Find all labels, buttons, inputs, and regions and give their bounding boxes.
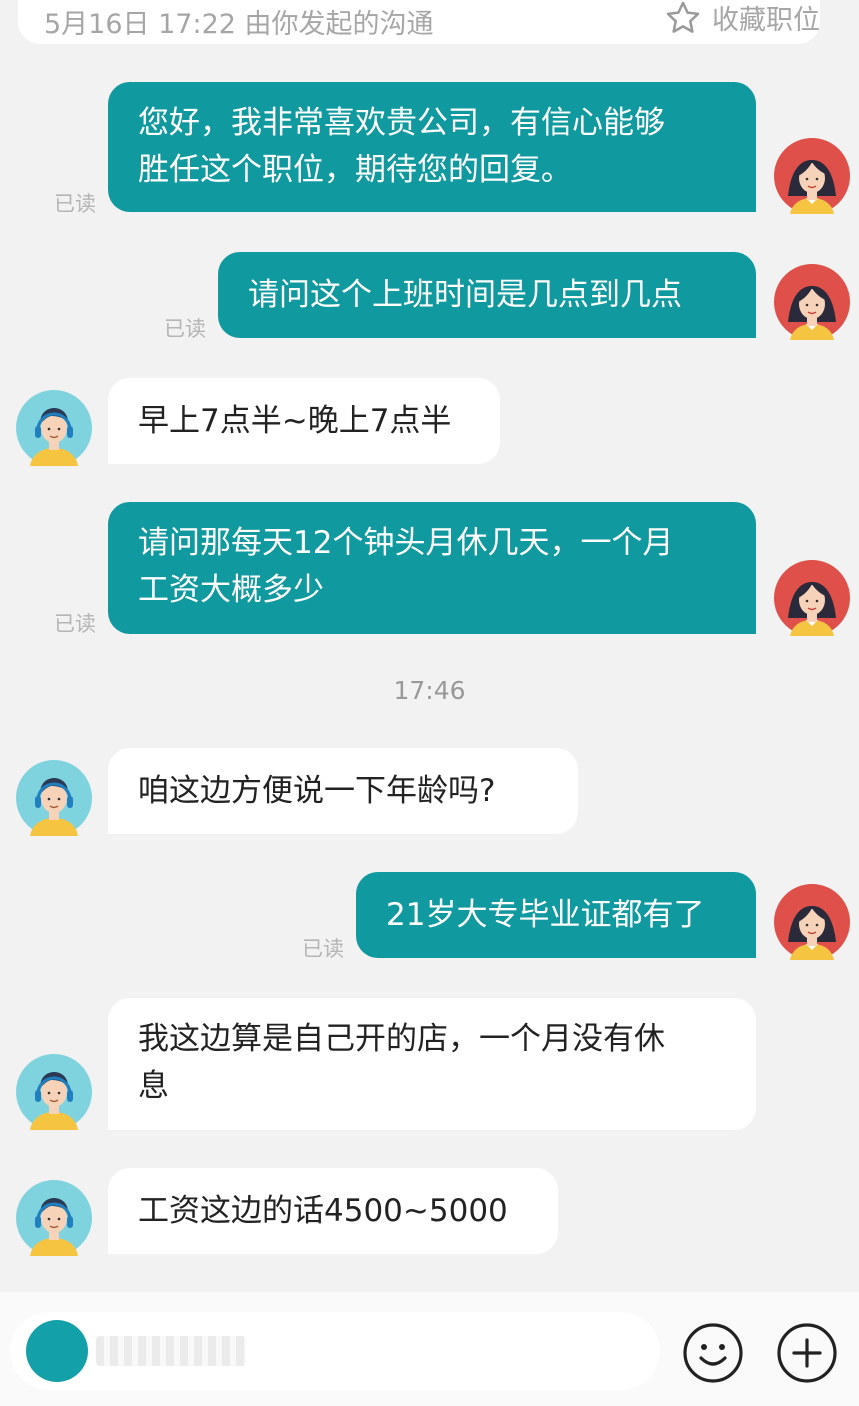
message-line: 您好，我非常喜欢贵公司，有信心能够 [138, 105, 665, 141]
message-bubble-sent: 请问那每天12个钟头月休几天，一个月 工资大概多少 [108, 502, 756, 634]
favorite-job-label: 收藏职位 [712, 5, 820, 36]
recruiter-avatar[interactable] [16, 1054, 92, 1130]
emoji-button[interactable] [682, 1322, 744, 1384]
message-line: 胜任这个职位，期待您的回复。 [138, 152, 572, 188]
smiley-icon [682, 1322, 744, 1384]
recruiter-avatar[interactable] [16, 760, 92, 836]
chat-header: 5月16日 17:22 由你发起的沟通 收藏职位 [18, 0, 820, 44]
time-divider: 17:46 [393, 676, 466, 705]
favorite-job-button[interactable]: 收藏职位 [664, 0, 820, 37]
message-line: 工资大概多少 [138, 572, 324, 608]
input-placeholder-blurred [96, 1336, 246, 1366]
message-input[interactable] [10, 1312, 660, 1390]
message-bubble-sent: 您好，我非常喜欢贵公司，有信心能够 胜任这个职位，期待您的回复。 [108, 82, 756, 212]
read-receipt: 已读 [54, 192, 96, 216]
message-bubble-received: 早上7点半~晚上7点半 [108, 378, 500, 464]
star-outline-icon [664, 0, 702, 37]
my-avatar[interactable] [774, 884, 850, 960]
message-line: 请问那每天12个钟头月休几天，一个月 [138, 525, 674, 561]
message-line: 我这边算是自己开的店，一个月没有休 [138, 1021, 665, 1057]
my-avatar[interactable] [774, 138, 850, 214]
message-bubble-sent: 21岁大专毕业证都有了 [356, 872, 756, 958]
recruiter-avatar[interactable] [16, 390, 92, 466]
more-actions-button[interactable] [776, 1322, 838, 1384]
message-bubble-received: 我这边算是自己开的店，一个月没有休 息 [108, 998, 756, 1130]
read-receipt: 已读 [164, 317, 206, 341]
message-bubble-sent: 请问这个上班时间是几点到几点 [218, 252, 756, 338]
plus-circle-icon [776, 1322, 838, 1384]
input-bar [0, 1292, 859, 1406]
quick-reply-icon[interactable] [26, 1320, 88, 1382]
message-line: 息 [138, 1068, 169, 1104]
my-avatar[interactable] [774, 560, 850, 636]
message-bubble-received: 工资这边的话4500~5000 [108, 1168, 558, 1254]
my-avatar[interactable] [774, 264, 850, 340]
chat-start-info: 5月16日 17:22 由你发起的沟通 [44, 9, 434, 40]
message-bubble-received: 咱这边方便说一下年龄吗? [108, 748, 578, 834]
read-receipt: 已读 [54, 612, 96, 636]
read-receipt: 已读 [302, 937, 344, 961]
recruiter-avatar[interactable] [16, 1180, 92, 1256]
